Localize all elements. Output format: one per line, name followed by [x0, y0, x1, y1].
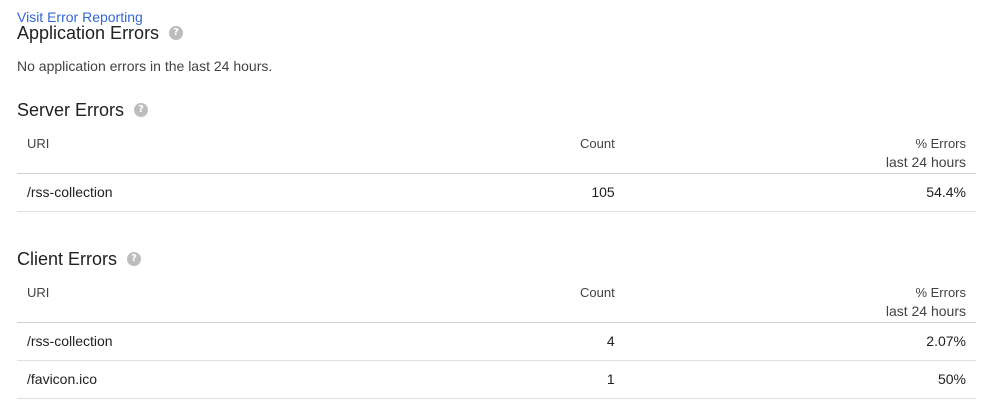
row-pct-errors: 2.07%: [926, 333, 966, 349]
pct-errors-label: % Errors: [915, 285, 966, 300]
client-errors-table: URI Count % Errors last 24 hours /rss-co…: [17, 277, 976, 399]
row-pct-errors: 50%: [937, 371, 966, 387]
pct-errors-label: % Errors: [915, 136, 966, 151]
row-count: 1: [606, 371, 615, 387]
row-uri: /rss-collection: [27, 333, 113, 349]
row-uri: /rss-collection: [27, 184, 113, 200]
table-row: /favicon.ico 1 50%: [17, 360, 976, 398]
column-header-uri[interactable]: URI: [17, 277, 580, 322]
column-header-pct-errors[interactable]: % Errors last 24 hours: [615, 128, 976, 173]
pct-errors-sublabel: last 24 hours: [885, 154, 966, 170]
help-circle-icon[interactable]: ?: [127, 252, 142, 266]
application-errors-message: No application errors in the last 24 hou…: [17, 58, 273, 74]
column-header-uri[interactable]: URI: [17, 128, 580, 173]
application-errors-heading: Application Errors ?: [17, 22, 184, 44]
server-errors-heading: Server Errors ?: [17, 99, 149, 121]
column-header-pct-errors[interactable]: % Errors last 24 hours: [615, 277, 976, 322]
column-header-count[interactable]: Count: [580, 128, 615, 173]
table-header-row: URI Count % Errors last 24 hours: [17, 277, 976, 322]
table-row: /rss-collection 4 2.07%: [17, 322, 976, 360]
pct-errors-sublabel: last 24 hours: [885, 303, 966, 319]
help-circle-icon[interactable]: ?: [134, 103, 149, 117]
row-count: 4: [606, 333, 615, 349]
application-errors-title: Application Errors: [17, 23, 160, 43]
server-errors-table: URI Count % Errors last 24 hours /rss-co…: [17, 128, 976, 212]
server-errors-title: Server Errors: [17, 100, 125, 120]
client-errors-title: Client Errors: [17, 249, 118, 269]
column-header-count[interactable]: Count: [580, 277, 615, 322]
client-errors-heading: Client Errors ?: [17, 248, 142, 270]
row-count: 105: [591, 184, 615, 200]
help-circle-icon[interactable]: ?: [169, 26, 184, 40]
row-pct-errors: 54.4%: [926, 184, 966, 200]
table-row: /rss-collection 105 54.4%: [17, 173, 976, 211]
table-header-row: URI Count % Errors last 24 hours: [17, 128, 976, 173]
row-uri: /favicon.ico: [27, 371, 98, 387]
